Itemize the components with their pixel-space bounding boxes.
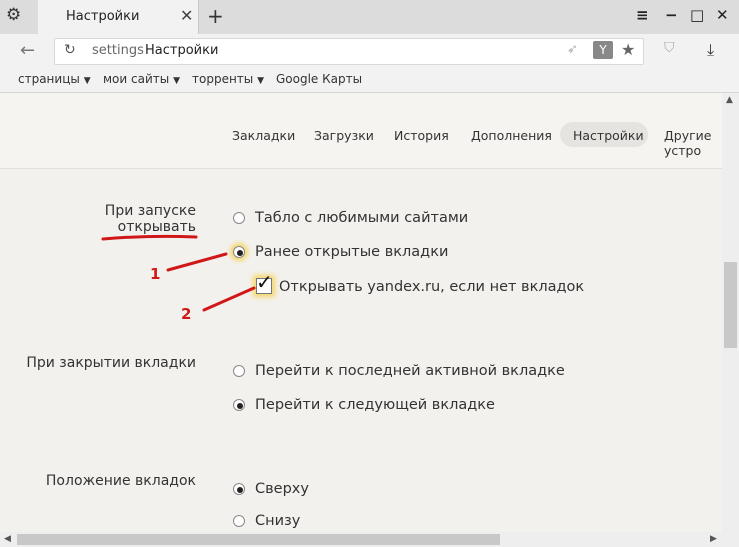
tab-position-label: Положение вкладок (45, 473, 196, 489)
yandex-icon[interactable]: Y (593, 41, 613, 59)
star-icon[interactable]: ★ (621, 40, 635, 59)
radio-last-active[interactable] (233, 365, 245, 377)
bookmark-label: Google Карты (276, 72, 363, 86)
chevron-down-icon: ▼ (257, 76, 265, 86)
reload-icon[interactable]: ↻ (64, 42, 76, 58)
bookmark-label: торренты (192, 72, 254, 86)
menu-icon[interactable]: ≡ (636, 6, 649, 24)
annotation-arrows (166, 252, 256, 312)
scroll-left-icon[interactable]: ◀ (4, 534, 11, 544)
option-label: Снизу (255, 513, 301, 529)
nav-history[interactable]: История (394, 128, 449, 143)
chevron-down-icon: ▼ (83, 76, 91, 86)
scroll-up-icon[interactable]: ▲ (726, 95, 733, 105)
startup-label-line1: При запуске (104, 203, 196, 219)
bookmark-link[interactable]: Google Карты (276, 72, 362, 86)
nav-downloads[interactable]: Загрузки (314, 128, 374, 143)
option-label: Ранее открытые вкладки (255, 244, 449, 260)
radio-top[interactable] (233, 483, 245, 495)
url-prefix: settings (92, 43, 144, 58)
bookmark-folder[interactable]: мои сайты ▼ (103, 72, 180, 86)
annotation-marker-1: 1 (150, 265, 161, 283)
bookmark-label: страницы (18, 72, 80, 86)
option-label: Перейти к последней активной вкладке (255, 363, 565, 379)
radio-next-tab[interactable] (233, 399, 245, 411)
nav-bookmarks[interactable]: Закладки (232, 128, 295, 143)
option-label: Сверху (255, 481, 309, 497)
radio-startup-tablo[interactable] (233, 212, 245, 224)
underline-annotation (101, 234, 198, 241)
close-tab-label: При закрытии вкладки (26, 355, 196, 371)
chevron-down-icon: ▼ (173, 76, 180, 86)
url-title: Настройки (145, 43, 219, 58)
shield-icon[interactable]: ⛉ (664, 40, 675, 56)
option-label: Перейти к следующей вкладке (255, 397, 495, 413)
scroll-right-icon[interactable]: ▶ (710, 534, 717, 544)
gear-icon[interactable]: ⚙ (6, 5, 21, 25)
vertical-scroll-thumb[interactable] (724, 262, 737, 348)
nav-extensions[interactable]: Дополнения (471, 128, 552, 143)
turbo-icon[interactable]: ➶ (567, 42, 578, 57)
new-tab-button[interactable]: + (207, 4, 224, 28)
download-icon[interactable]: ⤓ (707, 40, 714, 60)
close-tab-icon[interactable]: ✕ (180, 6, 193, 25)
tab-title: Настройки (66, 9, 140, 24)
maximize-button[interactable]: □ (690, 6, 704, 24)
bookmark-folder[interactable]: торренты ▼ (192, 72, 264, 86)
radio-bottom[interactable] (233, 515, 245, 527)
close-window-button[interactable]: ✕ (716, 6, 729, 24)
minimize-button[interactable]: − (665, 6, 678, 24)
option-label: Табло с любимыми сайтами (255, 210, 469, 226)
annotation-marker-2: 2 (181, 305, 192, 323)
startup-label-line2: открывать (117, 219, 196, 235)
nav-settings[interactable]: Настройки (573, 128, 644, 143)
horizontal-scroll-thumb[interactable] (17, 534, 500, 545)
bookmark-label: мои сайты (103, 72, 170, 86)
back-arrow-icon[interactable]: ← (20, 40, 35, 61)
bookmark-folder[interactable]: страницы ▼ (18, 72, 91, 86)
startup-label: При запуске открывать (80, 203, 196, 235)
checkbox-label: Открывать yandex.ru, если нет вкладок (279, 279, 585, 295)
